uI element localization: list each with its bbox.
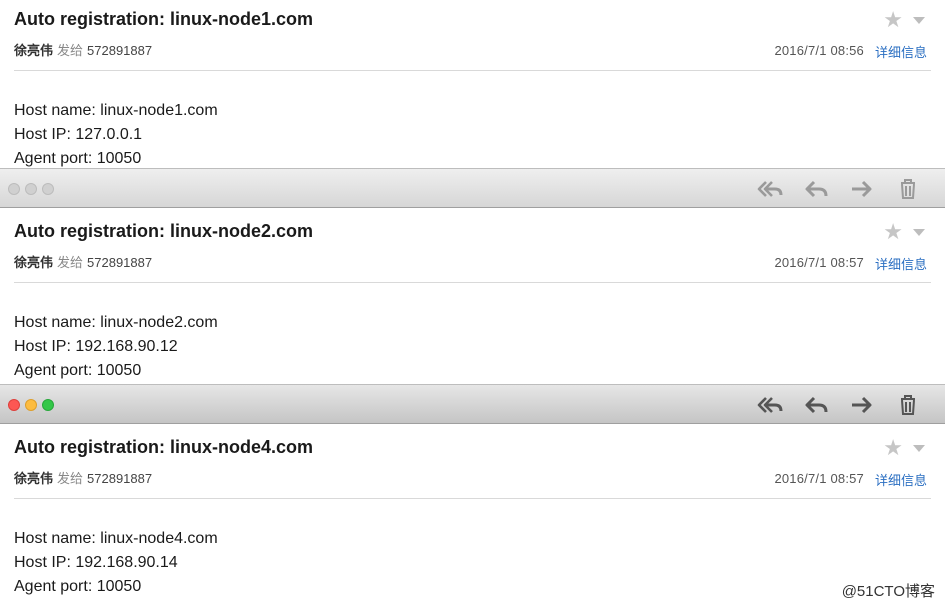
reply-icon[interactable] [803,394,829,416]
window-toolbar-inactive [0,168,945,208]
recipient-name[interactable]: 572891887 [87,471,152,486]
email-subject: Auto registration: linux-node1.com [14,9,314,29]
sent-to-label: 发给 [57,471,84,486]
sent-to-label: 发给 [57,255,84,270]
email-header: Auto registration: linux-node1.com 徐亮伟 发给… [0,0,945,72]
email-body: Host name: linux-node2.com Host IP: 192.… [14,311,218,383]
host-name-line: Host name: linux-node2.com [14,314,218,331]
details-link[interactable]: 详细信息 [875,42,927,61]
email-from-line: 徐亮伟 发给 572891887 [14,468,152,487]
minimize-window-button[interactable] [25,183,37,195]
email-header: Auto registration: linux-node2.com 徐亮伟 发给… [0,212,945,284]
email-body: Host name: linux-node4.com Host IP: 192.… [14,527,218,599]
toolbar-actions [737,394,921,416]
email-header: Auto registration: linux-node4.com 徐亮伟 发给… [0,428,945,500]
email-subject: Auto registration: linux-node2.com [14,221,314,241]
reply-all-icon[interactable] [757,394,783,416]
host-ip-line: Host IP: 192.168.90.14 [14,554,178,571]
details-link[interactable]: 详细信息 [875,470,927,489]
sender-name[interactable]: 徐亮伟 [14,255,53,270]
header-divider [14,70,931,71]
host-name-line: Host name: linux-node4.com [14,530,218,547]
star-icon[interactable]: ★ [883,436,903,460]
sender-name[interactable]: 徐亮伟 [14,471,53,486]
email-panel-2: Auto registration: linux-node2.com 徐亮伟 发给… [0,212,945,384]
window-toolbar-active [0,384,945,424]
close-window-button[interactable] [8,399,20,411]
reply-icon[interactable] [803,178,829,200]
sent-to-label: 发给 [57,43,84,58]
recipient-name[interactable]: 572891887 [87,255,152,270]
chevron-down-icon[interactable] [913,229,925,236]
email-panel-1: Auto registration: linux-node1.com 徐亮伟 发给… [0,0,945,168]
window-controls [8,398,59,416]
email-subject: Auto registration: linux-node4.com [14,437,314,457]
trash-icon[interactable] [895,178,921,200]
watermark: @51CTO博客 [841,583,935,600]
email-panel-3: Auto registration: linux-node4.com 徐亮伟 发给… [0,428,945,611]
forward-icon[interactable] [849,394,875,416]
email-from-line: 徐亮伟 发给 572891887 [14,252,152,271]
forward-icon[interactable] [849,178,875,200]
zoom-window-button[interactable] [42,183,54,195]
chevron-down-icon[interactable] [913,17,925,24]
email-body: Host name: linux-node1.com Host IP: 127.… [14,99,218,171]
sender-name[interactable]: 徐亮伟 [14,43,53,58]
agent-port-line: Agent port: 10050 [14,578,142,595]
email-from-line: 徐亮伟 发给 572891887 [14,40,152,59]
star-icon[interactable]: ★ [883,220,903,244]
toolbar-actions [737,178,921,200]
host-name-line: Host name: linux-node1.com [14,102,218,119]
email-date: 2016/7/1 08:56 [774,43,864,58]
minimize-window-button[interactable] [25,399,37,411]
host-ip-line: Host IP: 127.0.0.1 [14,126,143,143]
trash-icon[interactable] [895,394,921,416]
agent-port-line: Agent port: 10050 [14,362,142,379]
close-window-button[interactable] [8,183,20,195]
header-divider [14,498,931,499]
star-icon[interactable]: ★ [883,8,903,32]
zoom-window-button[interactable] [42,399,54,411]
header-divider [14,282,931,283]
chevron-down-icon[interactable] [913,445,925,452]
email-date: 2016/7/1 08:57 [774,471,864,486]
window-controls [8,182,59,200]
host-ip-line: Host IP: 192.168.90.12 [14,338,178,355]
recipient-name[interactable]: 572891887 [87,43,152,58]
details-link[interactable]: 详细信息 [875,254,927,273]
email-date: 2016/7/1 08:57 [774,255,864,270]
reply-all-icon[interactable] [757,178,783,200]
